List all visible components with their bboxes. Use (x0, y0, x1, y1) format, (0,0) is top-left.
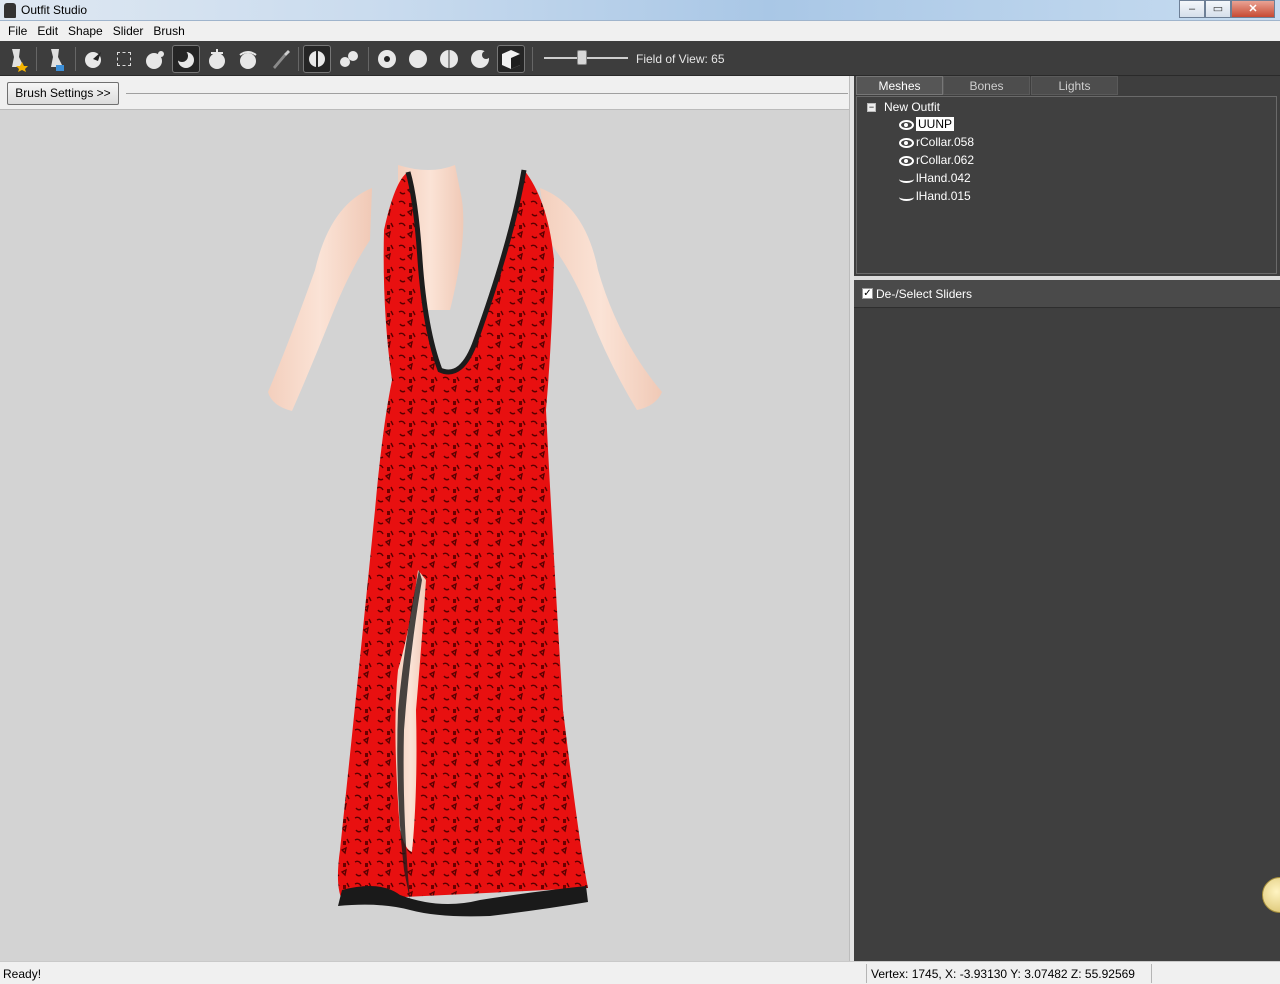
smooth-icon (239, 51, 257, 69)
light-gizmo-icon[interactable] (1262, 877, 1280, 913)
mesh-item-uunp[interactable]: UUNP (899, 116, 955, 134)
deflate-icon (176, 50, 194, 68)
paint-brush-icon (273, 50, 290, 69)
inflate-brush-button[interactable] (141, 45, 169, 73)
tab-bones[interactable]: Bones (943, 76, 1030, 95)
mesh-item-label: rCollar.058 (916, 135, 975, 149)
texture-toggle-button[interactable] (497, 45, 525, 73)
minimize-button[interactable]: ‒ (1179, 0, 1205, 18)
select-sliders-checkbox[interactable]: ✓ (862, 288, 873, 299)
menu-shape[interactable]: Shape (63, 21, 108, 41)
sliders-header: ✓ De-/Select Sliders (854, 280, 1280, 308)
mesh-item-label: UUNP (916, 117, 955, 131)
viewport-panel: Brush Settings >> (0, 76, 851, 961)
tab-lights[interactable]: Lights (1031, 76, 1118, 95)
fov-slider-thumb[interactable] (576, 50, 587, 65)
menu-edit[interactable]: Edit (32, 21, 63, 41)
vertex-readout: Vertex: 1745, X: -3.93130 Y: 3.07482 Z: … (871, 967, 1135, 981)
outfit-star-icon (12, 49, 28, 72)
menu-slider[interactable]: Slider (108, 21, 149, 41)
mesh-item-rcollar-058[interactable]: rCollar.058 (899, 134, 974, 152)
cube-icon (502, 50, 520, 69)
deflate-brush-button[interactable] (172, 45, 200, 73)
mesh-item-label: lHand.015 (916, 189, 971, 203)
title-bar: Outfit Studio ‒ ▭ ✕ (0, 0, 1280, 21)
lighting-icon (471, 50, 490, 68)
collapse-toggle-icon[interactable]: − (867, 103, 876, 113)
menu-file[interactable]: File (3, 21, 32, 41)
move-brush-button[interactable] (203, 45, 231, 73)
mesh-item-rcollar-062[interactable]: rCollar.062 (899, 152, 974, 170)
3d-viewport[interactable] (0, 109, 849, 961)
load-outfit-button[interactable] (42, 45, 70, 73)
sliders-list (854, 309, 1280, 961)
brush-settings-divider (126, 93, 848, 94)
wireframe-button[interactable] (435, 45, 463, 73)
solid-icon (409, 50, 427, 68)
eye-hidden-icon[interactable] (899, 175, 914, 183)
status-divider (866, 964, 867, 983)
show-points-button[interactable] (373, 45, 401, 73)
select-sliders-label: De-/Select Sliders (876, 287, 973, 301)
mesh-item-lhand-042[interactable]: lHand.042 (899, 170, 971, 188)
lighting-button[interactable] (466, 45, 494, 73)
mask-brush-button[interactable] (110, 45, 138, 73)
outfit-model-render (268, 165, 662, 917)
close-button[interactable]: ✕ (1231, 0, 1275, 18)
mesh-tree: − New Outfit UUNP rCollar.058 rCollar.062… (856, 96, 1277, 274)
eye-visible-icon[interactable] (899, 137, 914, 148)
connected-only-button[interactable] (335, 45, 363, 73)
menu-bar: File Edit Shape Slider Brush (0, 21, 1280, 41)
mask-select-icon (117, 52, 131, 66)
smooth-brush-button[interactable] (234, 45, 262, 73)
fov-label: Field of View: 65 (636, 52, 725, 66)
select-arrow-icon (85, 52, 101, 68)
mirror-icon (309, 49, 325, 69)
mesh-item-label: rCollar.062 (916, 153, 975, 167)
window-controls: ‒ ▭ ✕ (1179, 0, 1275, 18)
tree-root-label: New Outfit (884, 100, 941, 114)
weight-brush-button[interactable] (265, 45, 293, 73)
tree-root-new-outfit[interactable]: − New Outfit (867, 100, 940, 114)
panel-tabs: Meshes Bones Lights (854, 76, 1280, 96)
status-message: Ready! (3, 967, 42, 981)
eye-hidden-icon[interactable] (899, 193, 914, 201)
window-title: Outfit Studio (21, 3, 88, 17)
mesh-item-lhand-015[interactable]: lHand.015 (899, 188, 971, 206)
wireframe-icon (440, 50, 458, 68)
maximize-button[interactable]: ▭ (1205, 0, 1231, 18)
app-icon (4, 3, 16, 18)
brush-settings-button[interactable]: Brush Settings >> (7, 82, 119, 105)
menu-brush[interactable]: Brush (148, 21, 189, 41)
tab-meshes[interactable]: Meshes (856, 76, 943, 95)
new-project-button[interactable] (3, 45, 31, 73)
move-icon (209, 49, 225, 69)
inflate-icon (146, 51, 164, 69)
right-panel: Meshes Bones Lights − New Outfit UUNP rCo… (854, 76, 1280, 961)
status-bar: Ready! Vertex: 1745, X: -3.93130 Y: 3.07… (0, 961, 1280, 984)
connected-icon (340, 51, 358, 67)
show-mask-button[interactable] (404, 45, 432, 73)
eye-visible-icon[interactable] (899, 119, 914, 130)
outfit-load-icon (51, 49, 64, 71)
status-divider (1151, 964, 1152, 983)
x-mirror-button[interactable] (303, 45, 331, 73)
select-brush-button[interactable] (79, 45, 107, 73)
mesh-item-label: lHand.042 (916, 171, 971, 185)
eye-visible-icon[interactable] (899, 155, 914, 166)
